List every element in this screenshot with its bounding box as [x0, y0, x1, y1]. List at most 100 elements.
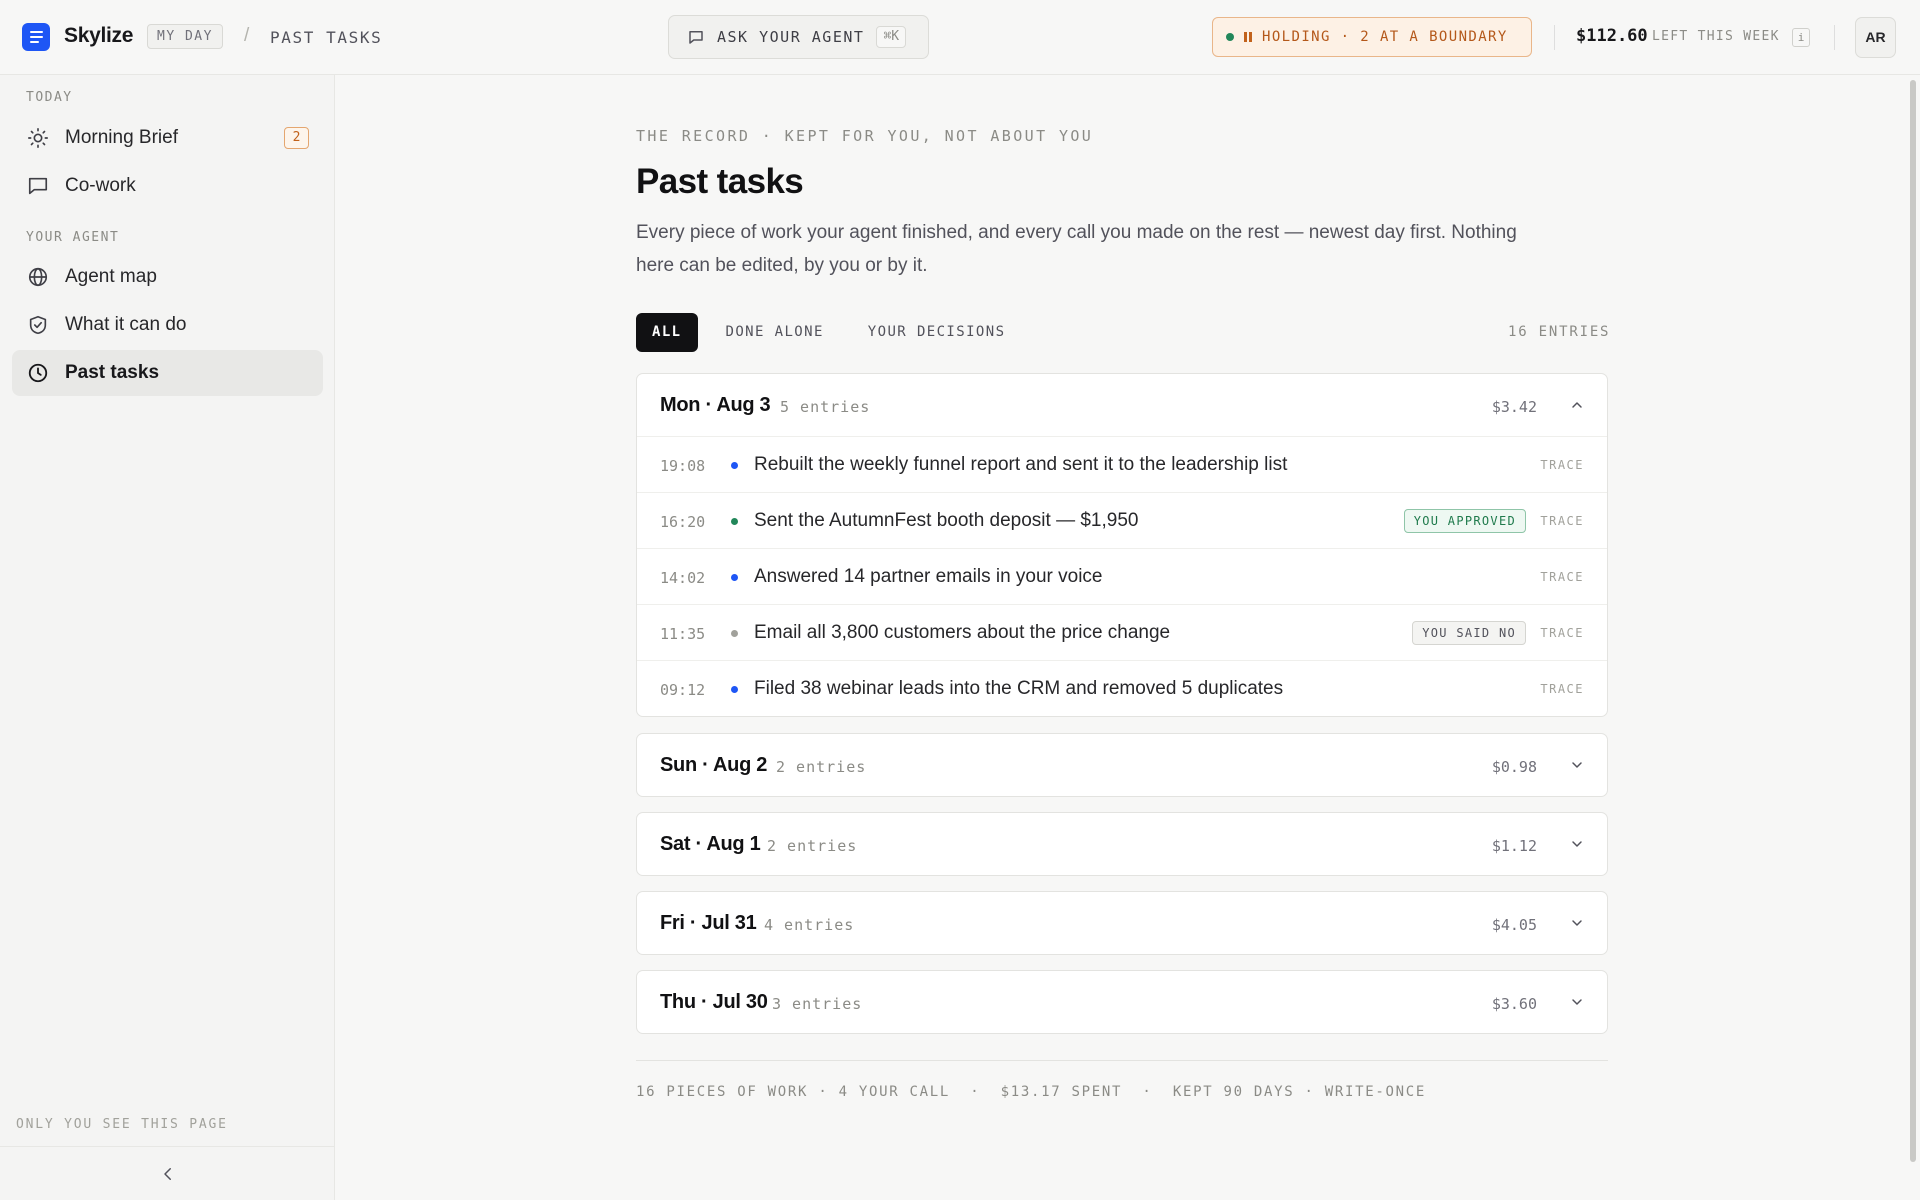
day-group-fri-jul-31[interactable]: Fri · Jul 31 4 entries $4.05 — [636, 891, 1608, 955]
sidebar-item-co-work[interactable]: Co-work — [12, 163, 323, 209]
you-said-no-badge: YOU SAID NO — [1412, 621, 1526, 645]
holding-status-badge[interactable]: HOLDING · 2 AT A BOUNDARY — [1212, 17, 1532, 57]
tab-done-alone[interactable]: DONE ALONE — [710, 313, 840, 352]
sidebar-section-your-agent: YOUR AGENT — [26, 230, 120, 245]
pause-icon — [1244, 32, 1252, 42]
main-content: THE RECORD · KEPT FOR YOU, NOT ABOUT YOU… — [336, 76, 1920, 1200]
trace-link[interactable]: TRACE — [1540, 570, 1584, 584]
sidebar-section-today: TODAY — [26, 90, 73, 105]
breadcrumb-root[interactable]: MY DAY — [147, 24, 223, 49]
chevron-down-icon — [1572, 999, 1582, 1005]
sidebar-item-what-it-can-do[interactable]: What it can do — [12, 302, 323, 348]
day-group-sun-aug-2[interactable]: Sun · Aug 2 2 entries $0.98 — [636, 733, 1608, 797]
day-cost: $4.05 — [1491, 916, 1537, 934]
entry-text: Sent the AutumnFest booth deposit — $1,9… — [754, 510, 1139, 531]
task-entry-row[interactable]: 16:20 Sent the AutumnFest booth deposit … — [637, 492, 1607, 548]
day-entry-count: 2 entries — [776, 758, 867, 776]
page-description: Every piece of work your agent finished,… — [636, 222, 1517, 276]
sidebar-footer-note: ONLY YOU SEE THIS PAGE — [16, 1117, 228, 1132]
day-title: Mon · Aug 3 — [660, 394, 771, 416]
day-title: Fri · Jul 31 — [660, 912, 757, 934]
page-title: Past tasks — [636, 162, 804, 201]
day-group-header[interactable]: Thu · Jul 30 3 entries $3.60 — [637, 971, 1607, 1033]
entry-time: 09:12 — [660, 681, 706, 699]
day-entry-count: 2 entries — [767, 837, 858, 855]
sidebar-item-label: What it can do — [65, 314, 187, 335]
breadcrumb-current: PAST TASKS — [270, 28, 383, 47]
sidebar-item-label: Agent map — [65, 266, 157, 287]
top-bar: Skylize MY DAY / PAST TASKS ASK YOUR AGE… — [0, 0, 1920, 75]
app-name[interactable]: Skylize — [64, 24, 133, 48]
chat-bubble-icon — [689, 31, 703, 44]
day-group-header[interactable]: Sat · Aug 1 2 entries $1.12 — [637, 813, 1607, 875]
status-dot-icon — [1226, 33, 1234, 41]
ask-agent-label: ASK YOUR AGENT — [717, 28, 865, 46]
page-eyebrow: THE RECORD · KEPT FOR YOU, NOT ABOUT YOU — [636, 127, 1094, 145]
entry-time: 16:20 — [660, 513, 706, 531]
entries-count: 16 ENTRIES — [1508, 324, 1611, 340]
day-group-sat-aug-1[interactable]: Sat · Aug 1 2 entries $1.12 — [636, 812, 1608, 876]
sidebar-collapse-button[interactable] — [0, 1146, 335, 1200]
trace-link[interactable]: TRACE — [1540, 682, 1584, 696]
entry-text: Rebuilt the weekly funnel report and sen… — [754, 454, 1288, 475]
trace-link[interactable]: TRACE — [1540, 626, 1584, 640]
task-entry-row[interactable]: 19:08 Rebuilt the weekly funnel report a… — [637, 436, 1607, 492]
entry-status-dot-icon — [731, 630, 738, 637]
sidebar-item-label: Co-work — [65, 175, 136, 196]
footer-divider — [636, 1060, 1608, 1061]
page-scrollbar[interactable] — [1910, 80, 1916, 1162]
sidebar-item-morning-brief[interactable]: Morning Brief 2 — [12, 115, 323, 161]
globe-icon — [28, 267, 48, 287]
chevron-up-icon — [1572, 402, 1582, 408]
divider — [1554, 25, 1555, 50]
chevron-left-icon — [163, 1167, 171, 1180]
entry-text: Filed 38 webinar leads into the CRM and … — [754, 678, 1284, 699]
you-approved-badge: YOU APPROVED — [1403, 509, 1526, 533]
task-entry-row[interactable]: 09:12 Filed 38 webinar leads into the CR… — [637, 660, 1607, 716]
task-entry-row[interactable]: 14:02 Answered 14 partner emails in your… — [637, 548, 1607, 604]
entry-time: 19:08 — [660, 457, 706, 475]
ask-agent-button[interactable]: ASK YOUR AGENT ⌘K — [668, 15, 929, 59]
entry-text: Answered 14 partner emails in your voice — [754, 566, 1103, 587]
task-entry-row[interactable]: 11:35 Email all 3,800 customers about th… — [637, 604, 1607, 660]
morning-brief-count-badge: 2 — [284, 127, 309, 149]
day-group-mon-aug-3: Mon · Aug 3 5 entries $3.42 19:08 Rebuil… — [636, 373, 1608, 717]
entry-time: 14:02 — [660, 569, 706, 587]
budget-amount: $112.60 — [1576, 26, 1648, 46]
entry-status-dot-icon — [731, 462, 738, 469]
chevron-down-icon — [1572, 762, 1582, 768]
day-cost: $1.12 — [1491, 837, 1537, 855]
app-logo-icon[interactable] — [22, 23, 50, 51]
trace-link[interactable]: TRACE — [1540, 514, 1584, 528]
chat-icon — [28, 177, 48, 195]
day-group-thu-jul-30[interactable]: Thu · Jul 30 3 entries $3.60 — [636, 970, 1608, 1034]
ask-agent-shortcut: ⌘K — [876, 26, 907, 48]
sun-icon — [28, 128, 48, 148]
holding-status-text: HOLDING · 2 AT A BOUNDARY — [1262, 29, 1508, 45]
clock-icon — [28, 363, 48, 383]
filter-tabs: ALL DONE ALONE YOUR DECISIONS — [636, 313, 1033, 352]
record-summary-footer: 16 PIECES OF WORK · 4 YOUR CALL · $13.17… — [636, 1084, 1427, 1100]
divider — [1834, 25, 1835, 50]
budget-info-icon[interactable]: i — [1792, 28, 1810, 47]
chevron-down-icon — [1572, 841, 1582, 847]
chevron-down-icon — [1572, 920, 1582, 926]
sidebar-item-agent-map[interactable]: Agent map — [12, 254, 323, 300]
day-title: Sun · Aug 2 — [660, 754, 768, 776]
sidebar-item-past-tasks[interactable]: Past tasks — [12, 350, 323, 396]
avatar[interactable]: AR — [1855, 17, 1896, 58]
tab-your-decisions[interactable]: YOUR DECISIONS — [852, 313, 1022, 352]
entry-text: Email all 3,800 customers about the pric… — [754, 622, 1171, 643]
sidebar-item-label: Past tasks — [65, 362, 160, 383]
tab-all[interactable]: ALL — [636, 313, 698, 352]
day-cost: $3.60 — [1491, 995, 1537, 1013]
trace-link[interactable]: TRACE — [1540, 458, 1584, 472]
day-group-header[interactable]: Sun · Aug 2 2 entries $0.98 — [637, 734, 1607, 796]
entry-status-dot-icon — [731, 686, 738, 693]
sidebar: TODAY Morning Brief 2 Co-work YOUR AGENT… — [0, 75, 335, 1200]
sidebar-item-label: Morning Brief — [65, 127, 178, 148]
day-cost: $3.42 — [1491, 398, 1537, 416]
day-group-header[interactable]: Mon · Aug 3 5 entries $3.42 — [637, 374, 1607, 436]
day-group-header[interactable]: Fri · Jul 31 4 entries $4.05 — [637, 892, 1607, 954]
day-entry-count: 5 entries — [780, 398, 871, 416]
